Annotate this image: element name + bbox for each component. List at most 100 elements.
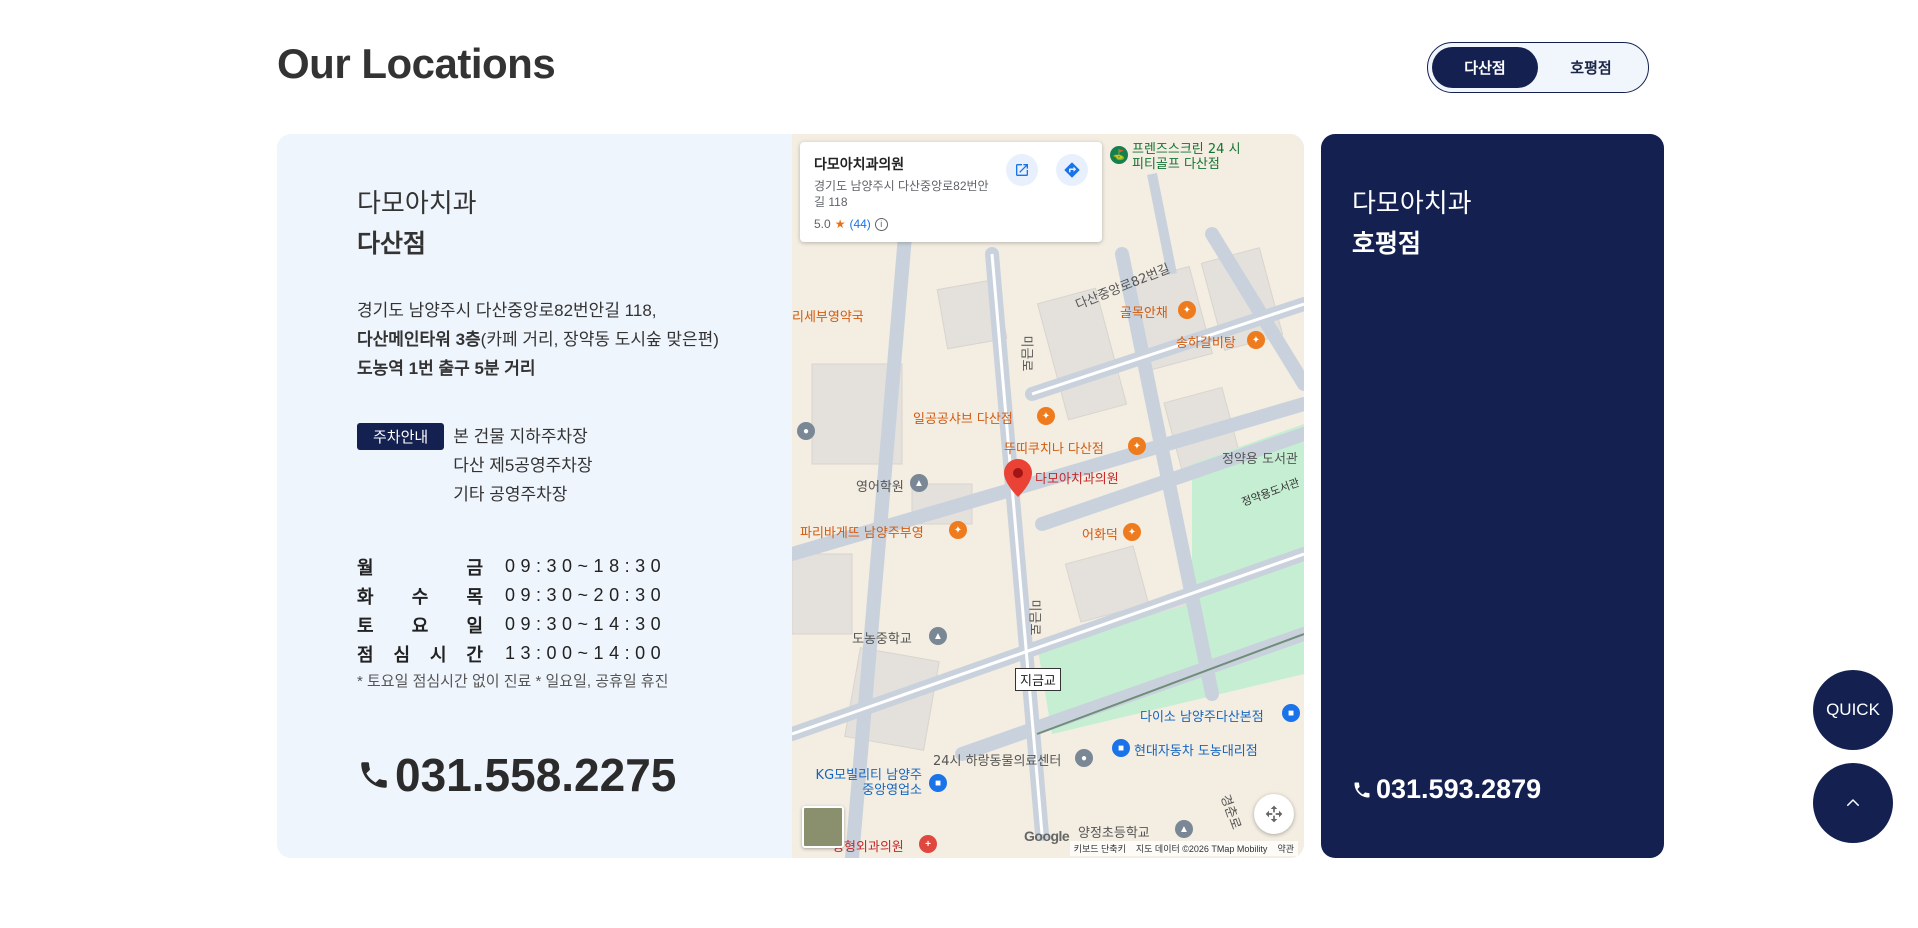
parking-item: 기타 공영주차장 [453,485,568,504]
hopyeong-phone-link[interactable]: 031.593.2879 [1352,774,1541,805]
map-place-address: 경기도 남양주시 다산중앙로82번안길 118 [814,179,989,209]
map-data-credit: 지도 데이터 ©2026 TMap Mobility [1135,844,1268,854]
fullscreen-icon [1265,805,1283,823]
map-label-restaurant-3: 일공공샤브 다산점 [913,412,1013,427]
address-line-3: 도농역 1번 출구 5분 거리 [357,354,777,383]
hours-row: 화수목 09:30~20:30 [357,581,777,610]
map-label-restaurant-2: 송하갈비탕 [1176,336,1236,351]
shopping-icon: ■ [1282,704,1300,722]
map-label-golf: 프렌즈스크린 24 시피티골프 다산점 [1132,142,1241,172]
map-label-school: 도농중학교 [852,632,912,647]
map-label-fish: 어화덕 [1082,528,1118,543]
parking-info: 주차안내 본 건물 지하주차장 다산 제5공영주차장 기타 공영주차장 [357,423,777,509]
restaurant-icon: ✦ [949,521,967,539]
hours-row: 월금 09:30~18:30 [357,552,777,581]
golf-icon: ⛳ [1110,146,1128,164]
hours-note: * 토요일 점심시간 없이 진료 * 일요일, 공휴일 휴진 [357,673,669,690]
map-label-elementary: 양정초등학교 [1078,826,1150,841]
address: 경기도 남양주시 다산중앙로82번안길 118, 다산메인타워 3층(카페 거리… [357,296,777,383]
clinic-marker-icon[interactable] [1004,459,1032,502]
restaurant-icon: ✦ [1247,331,1265,349]
hours-time: 13:00~14:00 [505,643,667,663]
parking-badge: 주차안내 [357,423,445,450]
phone-icon [361,762,387,788]
rating-value: 5.0 [814,217,831,231]
branch-name: 다산점 [357,230,427,258]
hospital-icon: + [919,835,937,853]
hopyeong-phone-number: 031.593.2879 [1376,774,1542,804]
star-icon: ★ [834,217,846,231]
map-label-road-3: 미금로 [1026,599,1042,636]
address-building: 다산메인타워 3층 [357,330,481,349]
terms-link[interactable]: 약관 [1277,842,1294,855]
dasan-info: 다모아치과 다산점 경기도 남양주시 다산중앙로82번안길 118, 다산메인타… [357,186,777,691]
scroll-top-button[interactable] [1813,763,1893,843]
chevron-up-icon [1847,799,1859,806]
info-icon[interactable]: i [874,217,888,231]
place-icon: ● [797,422,815,440]
directions-icon [1064,162,1080,178]
parking-list: 본 건물 지하주차장 다산 제5공영주차장 기타 공영주차장 [453,422,592,509]
clinic-name: 다모아치과 [1352,188,1472,218]
shopping-icon: ■ [929,774,947,792]
parking-item: 본 건물 지하주차장 [453,427,588,446]
map-place-card[interactable]: 다모아치과의원 경기도 남양주시 다산중앙로82번안길 118 5.0 ★ (4… [800,142,1102,242]
map-place-rating: 5.0 ★ (44) i [814,217,1088,231]
hopyeong-location-card[interactable]: 다모아치과 호평점 031.593.2879 [1321,134,1664,858]
google-logo: Google [1024,828,1070,844]
clinic-name: 다모아치과 [357,188,477,218]
hours-time: 09:30~14:30 [505,614,667,634]
hours-row: 점심시간 13:00~14:00 [357,639,777,668]
map-label-hyundai: 현대자동차 도농대리점 [1134,744,1258,759]
hours-row: 토요일 09:30~14:30 [357,610,777,639]
external-link-icon [1016,164,1028,176]
open-in-maps-button[interactable] [1006,154,1038,186]
reviews-link[interactable]: (44) [849,217,870,231]
parking-item: 다산 제5공영주차장 [453,456,593,475]
dasan-phone-link[interactable]: 031.558.2275 [357,748,676,802]
school-icon: ▲ [929,627,947,645]
map-label-station: 지금교 [1015,668,1061,691]
hours-day-label: 월금 [357,557,483,578]
restaurant-icon: ✦ [1128,437,1146,455]
map-label-bakery: 파리바게뜨 남양주부영 [800,526,924,541]
dasan-phone-number: 031.558.2275 [395,749,677,801]
toggle-dasan-button[interactable]: 다산점 [1432,47,1538,88]
hours-day-label: 토요일 [357,615,483,636]
map-label-restaurant-1: 골목안채 [1120,306,1168,321]
hours-time: 09:30~18:30 [505,556,667,576]
address-line-1: 경기도 남양주시 다산중앙로82번안길 118, [357,301,657,320]
map-label-restaurant-4: 뚜띠쿠치나 다산점 [1004,442,1104,457]
map-label-kg: KG모빌리티 남양주중앙영업소 [815,768,922,798]
branch-toggle: 다산점 호평점 [1427,42,1649,93]
school-icon: ▲ [1175,820,1193,838]
dasan-map[interactable]: 다모아치과의원 경기도 남양주시 다산중앙로82번안길 118 5.0 ★ (4… [792,134,1304,858]
opening-hours: 월금 09:30~18:30 화수목 09:30~20:30 토요일 09:30… [357,552,777,691]
branch-name: 호평점 [1352,230,1422,258]
address-station: 도농역 1번 출구 5분 거리 [357,359,536,378]
address-landmark: (카페 거리, 장약동 도시숲 맞은편) [480,330,719,349]
hours-day-label: 화수목 [357,586,483,607]
restaurant-icon: ✦ [1037,407,1055,425]
map-label-pharmacy: 리세부영약국 [792,310,864,325]
hours-time: 09:30~20:30 [505,585,667,605]
place-icon: ● [1075,749,1093,767]
map-label-academy: 영어학원 [856,480,904,495]
directions-button[interactable] [1056,154,1088,186]
map-label-clinic: 다모아치과의원 [1035,472,1119,487]
map-label-daiso: 다이소 남양주다산본점 [1140,710,1264,725]
restaurant-icon: ✦ [1123,523,1141,541]
keyboard-shortcuts-link[interactable]: 키보드 단축키 [1074,842,1126,855]
map-attribution: 키보드 단축키 지도 데이터 ©2026 TMap Mobility 약관 [1069,841,1298,856]
satellite-toggle-button[interactable] [802,806,844,848]
map-label-medical: 24시 하랑동물의료센터 [933,754,1062,769]
quick-menu-button[interactable]: QUICK [1813,670,1893,750]
phone-icon [1354,782,1370,797]
school-icon: ▲ [910,474,928,492]
map-place-title: 다모아치과의원 [814,156,905,172]
restaurant-icon: ✦ [1178,301,1196,319]
toggle-hopyeong-button[interactable]: 호평점 [1538,47,1644,88]
fullscreen-button[interactable] [1254,794,1294,834]
page-title: Our Locations [277,40,556,87]
address-line-2: 다산메인타워 3층(카페 거리, 장약동 도시숲 맞은편) [357,325,777,354]
